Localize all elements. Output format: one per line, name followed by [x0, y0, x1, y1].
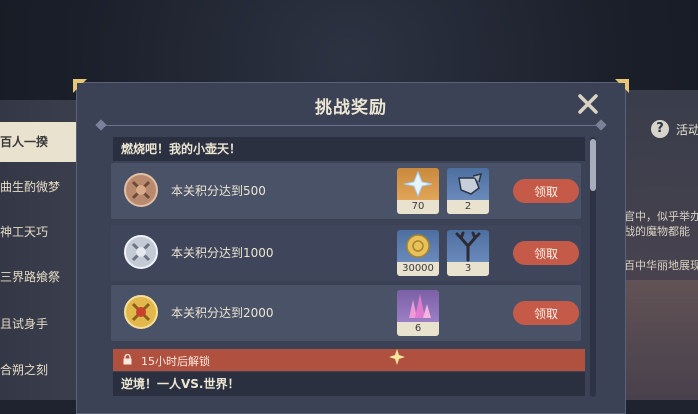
reward-dialog: 挑战奖励 燃烧吧！我的小壶天！ 本关积分达到500 70 2 领取 本关积分达到… [73, 79, 629, 414]
nav-item-event-6[interactable]: 合朔之刻 [0, 350, 78, 390]
unlock-timer: 15小时后解锁 [141, 355, 210, 368]
nav-item-event-3[interactable]: 神工天巧 [0, 212, 78, 252]
nav-item-event-5[interactable]: 且试身手 [0, 304, 78, 344]
reward-item[interactable]: 30000 [397, 230, 439, 276]
help-label: 活动 [676, 123, 698, 137]
silver-medal-icon [124, 235, 158, 269]
mora-bag-icon [447, 168, 489, 200]
item-count: 70 [397, 200, 439, 214]
sparkle-icon [389, 349, 405, 365]
scrollbar-thumb[interactable] [590, 139, 596, 191]
help-icon[interactable]: ? [651, 120, 669, 138]
reward-item[interactable]: 70 [397, 168, 439, 214]
title-divider [101, 125, 601, 126]
reward-condition: 本关积分达到2000 [171, 306, 274, 320]
claim-button[interactable]: 领取 [513, 241, 579, 265]
section-header: 逆境！一人VS.世界！ [113, 372, 585, 396]
scrollbar[interactable] [590, 137, 596, 397]
claim-button[interactable]: 领取 [513, 301, 579, 325]
reward-row: 本关积分达到500 70 2 领取 [111, 163, 581, 219]
reward-condition: 本关积分达到1000 [171, 246, 274, 260]
reward-item[interactable]: 3 [447, 230, 489, 276]
mora-icon [397, 230, 439, 262]
nav-item-event-4[interactable]: 三界路飨祭 [0, 257, 78, 297]
item-count: 2 [447, 200, 489, 214]
lock-icon [123, 354, 132, 365]
reward-item[interactable]: 2 [447, 168, 489, 214]
event-description-line: 战的魔物都能 [624, 225, 690, 238]
event-nav: 百人一揆 曲生酌微梦 神工天巧 三界路飨祭 且试身手 合朔之刻 [0, 100, 78, 400]
item-count: 6 [397, 322, 439, 336]
close-icon[interactable] [575, 91, 601, 117]
divider-diamond-icon [595, 119, 607, 131]
coral-icon [447, 230, 489, 262]
gold-medal-icon [124, 295, 158, 329]
event-description-line: 百中华丽地展现 [624, 259, 698, 272]
nav-item-event-1[interactable]: 百人一揆 [0, 122, 78, 162]
primogem-icon [397, 168, 439, 200]
nav-item-event-2[interactable]: 曲生酌微梦 [0, 167, 78, 207]
reward-item[interactable]: 6 [397, 290, 439, 336]
reward-row: 本关积分达到2000 6 领取 [111, 285, 581, 341]
reward-row: 本关积分达到1000 30000 3 领取 [111, 225, 581, 281]
corner-ornament-icon [73, 79, 87, 93]
corner-ornament-icon [615, 79, 629, 93]
event-description-line: 官中，似乎举办 [624, 210, 698, 223]
dialog-title: 挑战奖励 [315, 98, 387, 118]
claim-button[interactable]: 领取 [513, 179, 579, 203]
locked-section-bar: 15小时后解锁 [113, 349, 585, 371]
item-count: 30000 [397, 262, 439, 276]
divider-diamond-icon [95, 119, 107, 131]
section-header: 燃烧吧！我的小壶天！ [113, 137, 585, 161]
bronze-medal-icon [124, 173, 158, 207]
crystal-icon [397, 290, 439, 322]
reward-condition: 本关积分达到500 [171, 184, 266, 198]
item-count: 3 [447, 262, 489, 276]
